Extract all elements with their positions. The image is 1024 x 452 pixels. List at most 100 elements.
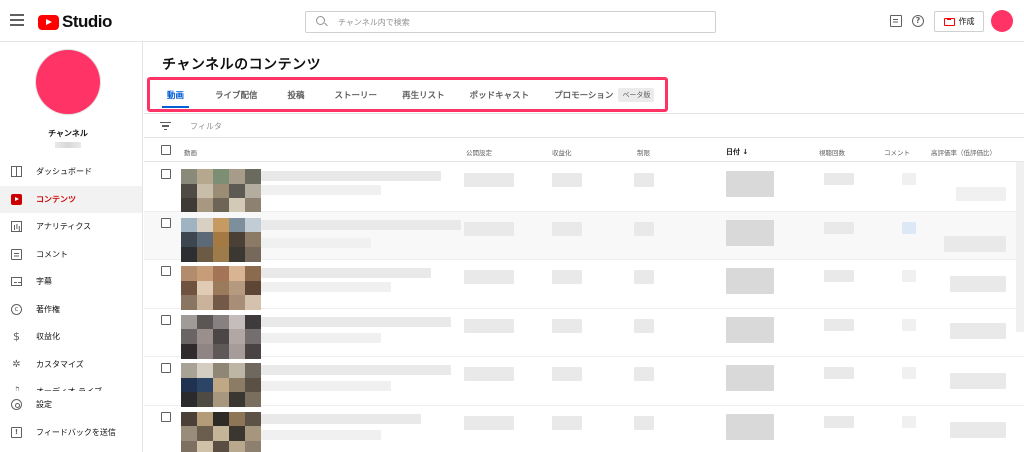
youtube-logo-icon: [38, 14, 59, 30]
tab-playlists[interactable]: 再生リスト: [401, 77, 446, 112]
row-checkbox[interactable]: [161, 266, 171, 276]
page-title: チャンネルのコンテンツ: [162, 57, 322, 73]
account-avatar[interactable]: [991, 10, 1013, 32]
sidebar-bottom: 設定 フィードバックを送信: [0, 391, 142, 447]
restriction-blurred: [634, 367, 654, 381]
monetization-blurred: [552, 221, 582, 236]
sidebar-item-comments[interactable]: コメント: [0, 241, 142, 269]
restriction-blurred: [634, 318, 654, 333]
visibility-blurred: [464, 415, 514, 430]
table-row[interactable]: [144, 260, 1024, 310]
comments-blurred: [902, 173, 916, 185]
help-icon[interactable]: ?: [912, 15, 924, 27]
copyright-icon: c: [11, 303, 22, 315]
sidebar-item-label: コメント: [36, 249, 68, 259]
row-checkbox[interactable]: [161, 217, 171, 228]
logo-text: Studio: [62, 12, 112, 31]
date-blurred: [726, 171, 774, 197]
video-thumbnail[interactable]: [181, 266, 261, 310]
video-description-blurred: [261, 237, 371, 248]
column-header-visibility[interactable]: 公開設定: [466, 147, 492, 157]
content-icon: [11, 193, 22, 205]
comments-blurred: [902, 415, 916, 428]
create-video-icon: [943, 17, 955, 26]
table-row[interactable]: [144, 309, 1024, 359]
tab-podcasts[interactable]: ポッドキャスト: [469, 77, 531, 112]
column-header-monetization[interactable]: 収益化: [552, 147, 572, 157]
filter-input[interactable]: フィルタ: [190, 121, 222, 132]
video-thumbnail[interactable]: [181, 314, 261, 359]
sidebar-item-label: フィードバックを送信: [36, 427, 116, 437]
column-header-comments[interactable]: コメント: [884, 147, 910, 157]
tab-stories[interactable]: ストーリー: [334, 77, 379, 112]
sidebar-item-subtitles[interactable]: 字幕: [0, 268, 142, 296]
channel-avatar[interactable]: [36, 50, 100, 114]
table-header: 動画 公開設定 収益化 制限 日付 ↓ 視聴回数 コメント 高評価率（低評価比）: [144, 138, 1024, 162]
table-row[interactable]: [144, 163, 1024, 213]
sidebar-item-copyright[interactable]: c 著作権: [0, 296, 142, 324]
sidebar-item-send-feedback[interactable]: フィードバックを送信: [0, 419, 142, 447]
tab-promotions[interactable]: プロモーション ベータ版: [553, 77, 655, 112]
monetization-blurred: [552, 270, 582, 284]
beta-badge: ベータ版: [618, 87, 655, 102]
likes-blurred: [944, 235, 1006, 252]
video-thumbnail[interactable]: [181, 169, 261, 213]
column-header-likes[interactable]: 高評価率（低評価比）: [931, 147, 996, 157]
views-blurred: [824, 415, 854, 428]
tab-posts[interactable]: 投稿: [287, 77, 306, 112]
column-header-views[interactable]: 視聴回数: [819, 147, 845, 157]
video-thumbnail[interactable]: [181, 363, 261, 407]
filter-icon[interactable]: [160, 122, 171, 130]
tab-label: ライブ配信: [215, 90, 258, 101]
likes-blurred: [950, 421, 1006, 438]
message-icon[interactable]: [890, 15, 902, 27]
row-checkbox[interactable]: [161, 411, 171, 422]
video-thumbnail[interactable]: [181, 217, 261, 262]
sidebar-item-label: 収益化: [36, 332, 60, 342]
top-bar: Studio チャンネル内で検索 ? 作成: [0, 0, 1024, 42]
video-title-blurred: [261, 365, 451, 375]
sidebar-item-analytics[interactable]: アナリティクス: [0, 213, 142, 241]
table-row[interactable]: [144, 357, 1024, 407]
search-input[interactable]: チャンネル内で検索: [338, 17, 410, 28]
visibility-blurred: [464, 173, 514, 187]
table-row[interactable]: [144, 211, 1024, 262]
table-row[interactable]: [144, 406, 1024, 452]
filter-bar[interactable]: フィルタ: [144, 114, 1024, 138]
views-blurred: [824, 221, 854, 234]
restriction-blurred: [634, 270, 654, 284]
menu-icon[interactable]: [10, 14, 24, 26]
scrollbar[interactable]: [1016, 162, 1024, 332]
likes-blurred: [950, 276, 1006, 292]
video-title-blurred: [261, 413, 421, 424]
sidebar-item-label: 字幕: [36, 277, 52, 287]
sidebar-item-label: 著作権: [36, 304, 60, 314]
create-label: 作成: [958, 17, 975, 26]
row-checkbox[interactable]: [161, 314, 171, 325]
column-header-date[interactable]: 日付 ↓: [726, 147, 748, 157]
column-header-restrictions[interactable]: 制限: [637, 147, 650, 157]
sidebar-item-monetization[interactable]: $ 収益化: [0, 323, 142, 351]
row-checkbox[interactable]: [161, 169, 171, 179]
sidebar-item-label: コンテンツ: [36, 194, 76, 204]
restriction-blurred: [634, 415, 654, 430]
sidebar: チャンネル ダッシュボード コンテンツ アナリティクス コメント 字幕 c 著作…: [0, 42, 143, 452]
studio-logo[interactable]: Studio: [38, 12, 112, 32]
select-all-checkbox[interactable]: [161, 145, 171, 155]
monetization-blurred: [552, 318, 582, 333]
monetization-blurred: [552, 415, 582, 430]
date-blurred: [726, 268, 774, 294]
tab-live[interactable]: ライブ配信: [214, 77, 259, 112]
search-box[interactable]: チャンネル内で検索: [305, 11, 716, 33]
video-thumbnail[interactable]: [181, 411, 261, 452]
tab-videos[interactable]: 動画: [161, 77, 190, 112]
comment-icon: [11, 248, 22, 260]
tab-label: プロモーション: [554, 90, 614, 101]
sidebar-item-dashboard[interactable]: ダッシュボード: [0, 158, 142, 186]
sidebar-item-content[interactable]: コンテンツ: [0, 185, 142, 213]
likes-blurred: [956, 187, 1006, 201]
create-button[interactable]: 作成: [934, 11, 984, 32]
sidebar-item-customize[interactable]: ✲ カスタマイズ: [0, 351, 142, 379]
sidebar-item-settings[interactable]: 設定: [0, 391, 142, 419]
row-checkbox[interactable]: [161, 363, 171, 373]
